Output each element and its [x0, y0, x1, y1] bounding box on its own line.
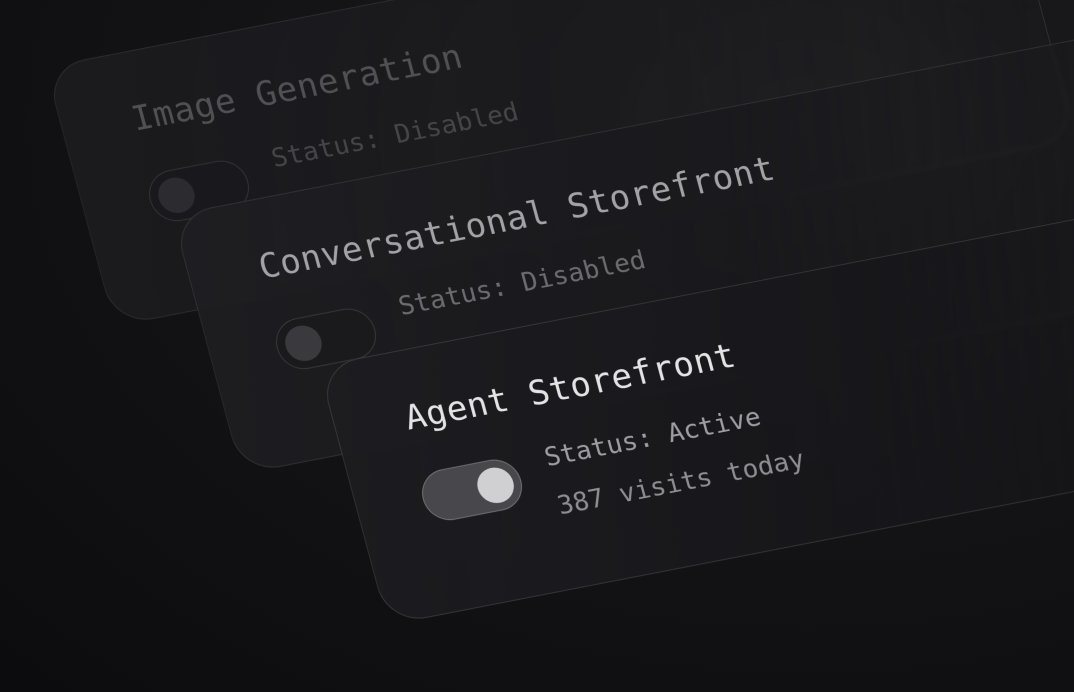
toggle-knob: [281, 322, 326, 365]
toggle-knob: [473, 464, 518, 507]
feature-cards-stack: Image Generation Status: Disabled Conver…: [0, 0, 1074, 692]
toggle-knob: [154, 174, 199, 217]
agent-storefront-toggle[interactable]: [416, 455, 528, 525]
